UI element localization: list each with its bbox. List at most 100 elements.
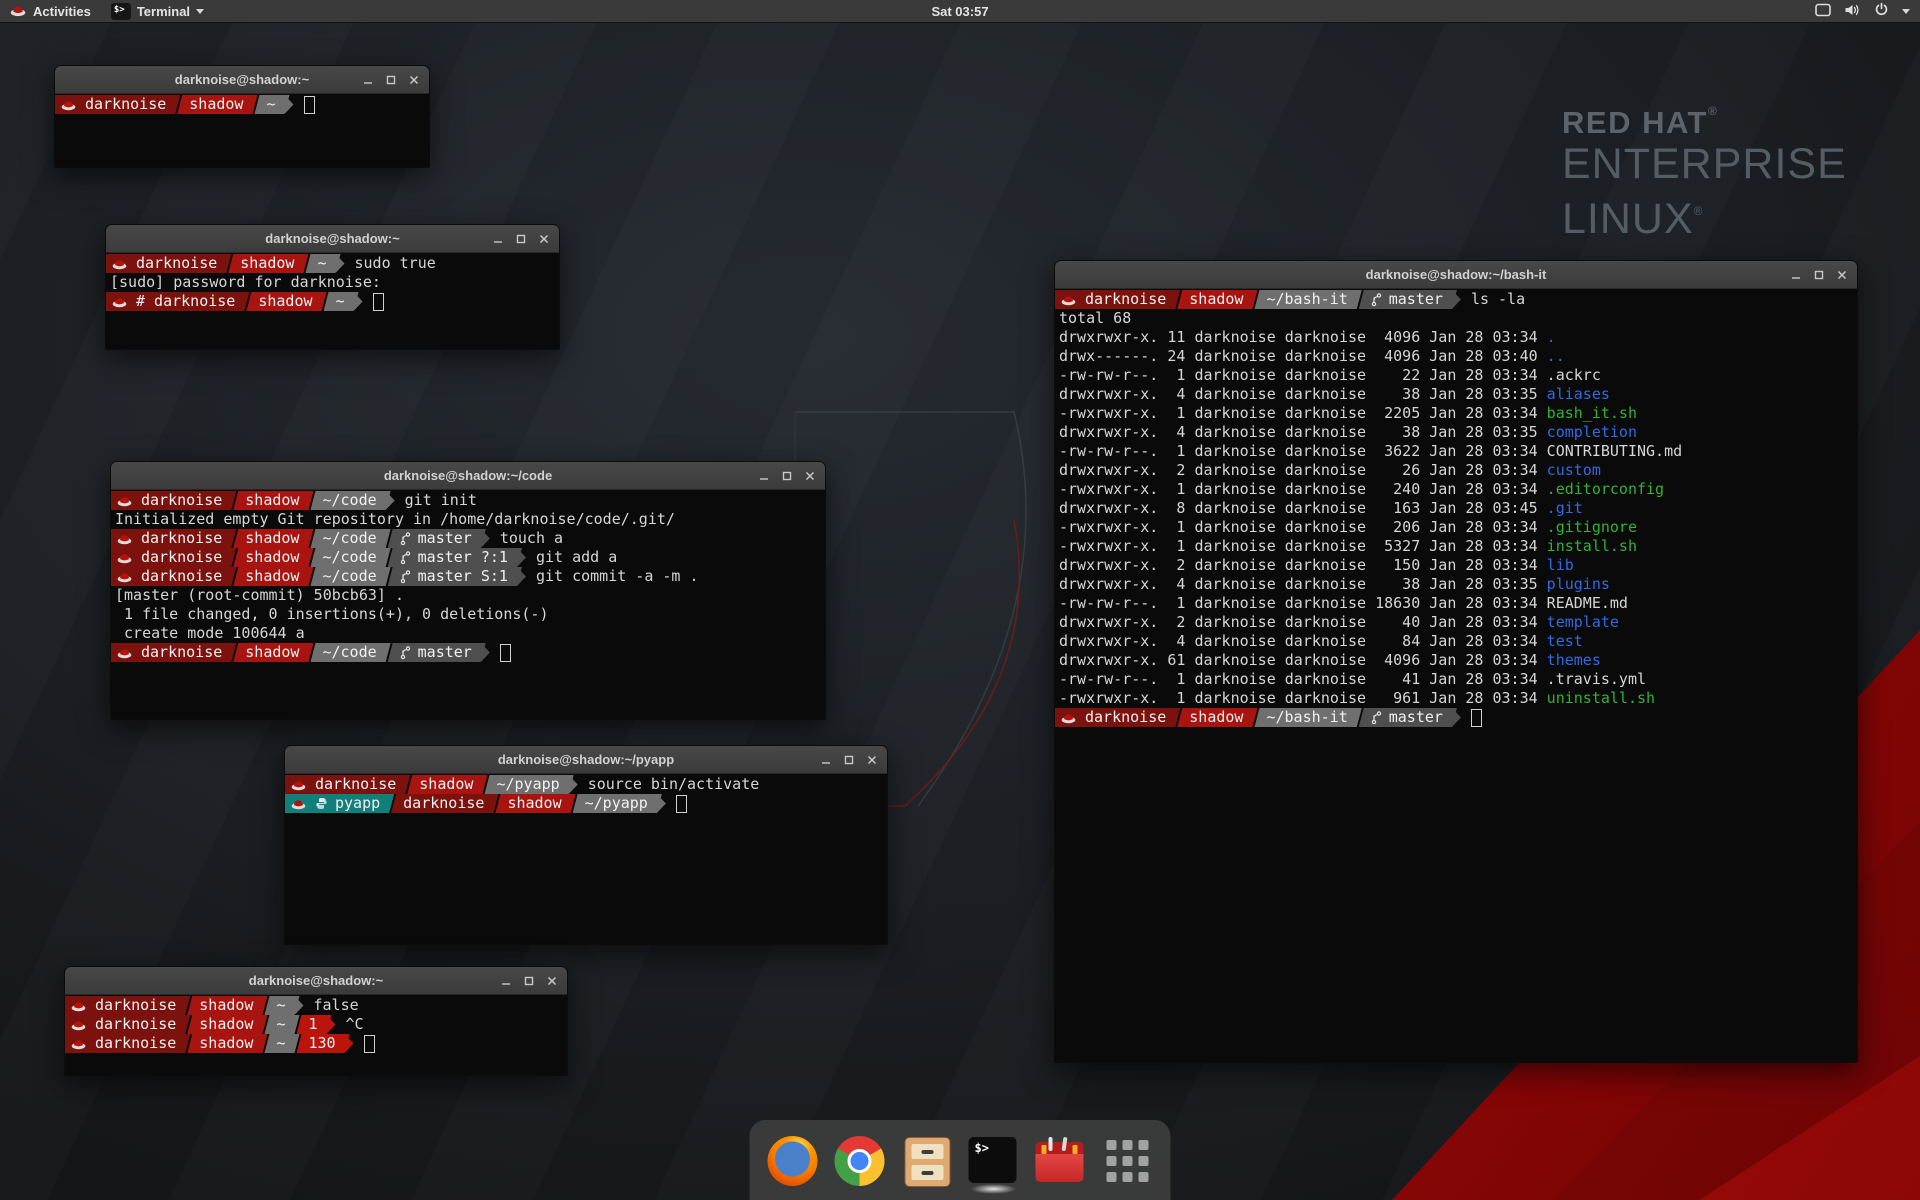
- minimize-button[interactable]: [363, 75, 373, 85]
- git-branch-icon: [1371, 292, 1382, 307]
- terminal-content[interactable]: darknoiseshadow~sudo true[sudo] password…: [106, 253, 559, 311]
- maximize-button[interactable]: [386, 75, 396, 85]
- app-menu-button[interactable]: $> Terminal: [101, 0, 214, 22]
- terminal-window[interactable]: darknoise@shadow:~ darknoiseshadow~false…: [64, 966, 568, 1076]
- prompt-segment-darkred: darknoise: [106, 254, 231, 273]
- terminal-content[interactable]: darknoiseshadow~/bash-itmasterls -latota…: [1055, 289, 1857, 727]
- window-titlebar[interactable]: darknoise@shadow:~/bash-it: [1055, 261, 1857, 289]
- terminal-line: # darknoiseshadow~: [106, 292, 559, 311]
- window-titlebar[interactable]: darknoise@shadow:~: [106, 225, 559, 253]
- prompt-segment-darkgray: master: [388, 643, 486, 662]
- terminal-line: darknoiseshadow~/codemaster S:1git commi…: [111, 567, 825, 586]
- prompt-segment-gray: ~/code: [310, 529, 390, 548]
- clock[interactable]: Sat 03:57: [931, 4, 988, 19]
- terminal-app-icon: $>: [111, 3, 131, 20]
- file-name: .travis.yml: [1547, 670, 1646, 689]
- terminal-content[interactable]: darknoiseshadow~/codegit initInitialized…: [111, 490, 825, 662]
- terminal-line: -rwxrwxr-x. 1 darknoise darknoise 206 Ja…: [1055, 518, 1857, 537]
- brand-enterprise: ENTERPRISE: [1562, 141, 1847, 188]
- activities-button[interactable]: Activities: [0, 0, 101, 22]
- dock-toolbox-icon[interactable]: [1036, 1136, 1086, 1186]
- window-titlebar[interactable]: darknoise@shadow:~/code: [111, 462, 825, 490]
- prompt-arrow: [517, 567, 526, 586]
- terminal-line: -rwxrwxr-x. 1 darknoise darknoise 961 Ja…: [1055, 689, 1857, 708]
- prompt-arrow: [569, 775, 578, 794]
- close-button[interactable]: [409, 75, 419, 85]
- prompt-segment-red: shadow: [233, 529, 313, 548]
- minimize-button[interactable]: [493, 234, 503, 244]
- dock-terminal-icon[interactable]: $>: [969, 1136, 1019, 1186]
- prompt-segment-darkred: darknoise: [391, 794, 498, 813]
- prompt-segment-red: shadow: [228, 254, 308, 273]
- prompt-segment-darkred: darknoise: [55, 95, 180, 114]
- minimize-button[interactable]: [501, 976, 511, 986]
- prompt-segment-darkred: darknoise: [65, 1034, 190, 1053]
- redhat-icon: [117, 570, 132, 583]
- file-name: .ackrc: [1547, 366, 1601, 385]
- terminal-window[interactable]: darknoise@shadow:~/pyapp darknoiseshadow…: [284, 745, 888, 945]
- terminal-line: drwx------. 24 darknoise darknoise 4096 …: [1055, 347, 1857, 366]
- dock-app-grid-icon[interactable]: [1103, 1136, 1153, 1186]
- maximize-button[interactable]: [844, 755, 854, 765]
- prompt-segment-red: shadow: [407, 775, 487, 794]
- git-branch-icon: [400, 531, 411, 546]
- terminal-line: drwxrwxr-x. 11 darknoise darknoise 4096 …: [1055, 328, 1857, 347]
- terminal-cursor: [500, 644, 511, 662]
- redhat-icon: [1061, 711, 1076, 724]
- close-button[interactable]: [547, 976, 557, 986]
- prompt-segment-darkgray: master: [388, 529, 486, 548]
- prompt-arrow: [295, 996, 304, 1015]
- system-status-area[interactable]: [1815, 0, 1910, 22]
- prompt-segment-red: shadow: [233, 548, 313, 567]
- chevron-down-icon: [1902, 9, 1910, 14]
- terminal-line: total 68: [1055, 309, 1857, 328]
- prompt-arrow: [1452, 290, 1461, 309]
- terminal-window[interactable]: darknoise@shadow:~ darknoiseshadow~: [54, 65, 430, 168]
- minimize-button[interactable]: [759, 471, 769, 481]
- terminal-window[interactable]: darknoise@shadow:~ darknoiseshadow~sudo …: [105, 224, 560, 350]
- prompt-segment-brightred: 1: [297, 1015, 332, 1034]
- minimize-button[interactable]: [1791, 270, 1801, 280]
- git-branch-icon: [1371, 710, 1382, 725]
- command-text: git add a: [536, 548, 617, 567]
- terminal-line: -rwxrwxr-x. 1 darknoise darknoise 240 Ja…: [1055, 480, 1857, 499]
- prompt-segment-red: shadow: [233, 491, 313, 510]
- terminal-content[interactable]: darknoiseshadow~: [55, 94, 429, 114]
- dock-files-icon[interactable]: [902, 1136, 952, 1186]
- window-titlebar[interactable]: darknoise@shadow:~: [55, 66, 429, 94]
- dock-firefox-icon[interactable]: [768, 1136, 818, 1186]
- prompt-arrow: [285, 95, 294, 114]
- terminal-content[interactable]: darknoiseshadow~/pyappsource bin/activat…: [285, 774, 887, 813]
- command-text: touch a: [500, 529, 563, 548]
- file-name: custom: [1547, 461, 1601, 480]
- prompt-segment-gray: ~: [264, 996, 299, 1015]
- terminal-line: drwxrwxr-x. 4 darknoise darknoise 84 Jan…: [1055, 632, 1857, 651]
- close-button[interactable]: [539, 234, 549, 244]
- close-button[interactable]: [1837, 270, 1847, 280]
- prompt-segment-red: shadow: [187, 1034, 267, 1053]
- maximize-button[interactable]: [516, 234, 526, 244]
- close-button[interactable]: [867, 755, 877, 765]
- minimize-button[interactable]: [821, 755, 831, 765]
- prompt-segment-darkgray: master ?:1: [388, 548, 522, 567]
- maximize-button[interactable]: [782, 471, 792, 481]
- dock-chrome-icon[interactable]: [835, 1136, 885, 1186]
- prompt-segment-darkred: darknoise: [285, 775, 410, 794]
- brand-red-hat: RED HAT®: [1562, 104, 1847, 141]
- terminal-line: drwxrwxr-x. 61 darknoise darknoise 4096 …: [1055, 651, 1857, 670]
- terminal-line: darknoiseshadow~/pyappsource bin/activat…: [285, 775, 887, 794]
- brand-linux: LINUX®: [1562, 188, 1847, 243]
- running-indicator: [971, 1184, 1017, 1194]
- prompt-segment-gray: ~/code: [310, 643, 390, 662]
- terminal-window[interactable]: darknoise@shadow:~/code darknoiseshadow~…: [110, 461, 826, 720]
- file-name: lib: [1547, 556, 1574, 575]
- close-button[interactable]: [805, 471, 815, 481]
- file-name: ..: [1547, 347, 1565, 366]
- window-titlebar[interactable]: darknoise@shadow:~/pyapp: [285, 746, 887, 774]
- maximize-button[interactable]: [524, 976, 534, 986]
- terminal-window[interactable]: darknoise@shadow:~/bash-it darknoiseshad…: [1054, 260, 1858, 1063]
- volume-icon: [1844, 3, 1861, 20]
- terminal-content[interactable]: darknoiseshadow~falsedarknoiseshadow~1^C…: [65, 995, 567, 1053]
- maximize-button[interactable]: [1814, 270, 1824, 280]
- window-titlebar[interactable]: darknoise@shadow:~: [65, 967, 567, 995]
